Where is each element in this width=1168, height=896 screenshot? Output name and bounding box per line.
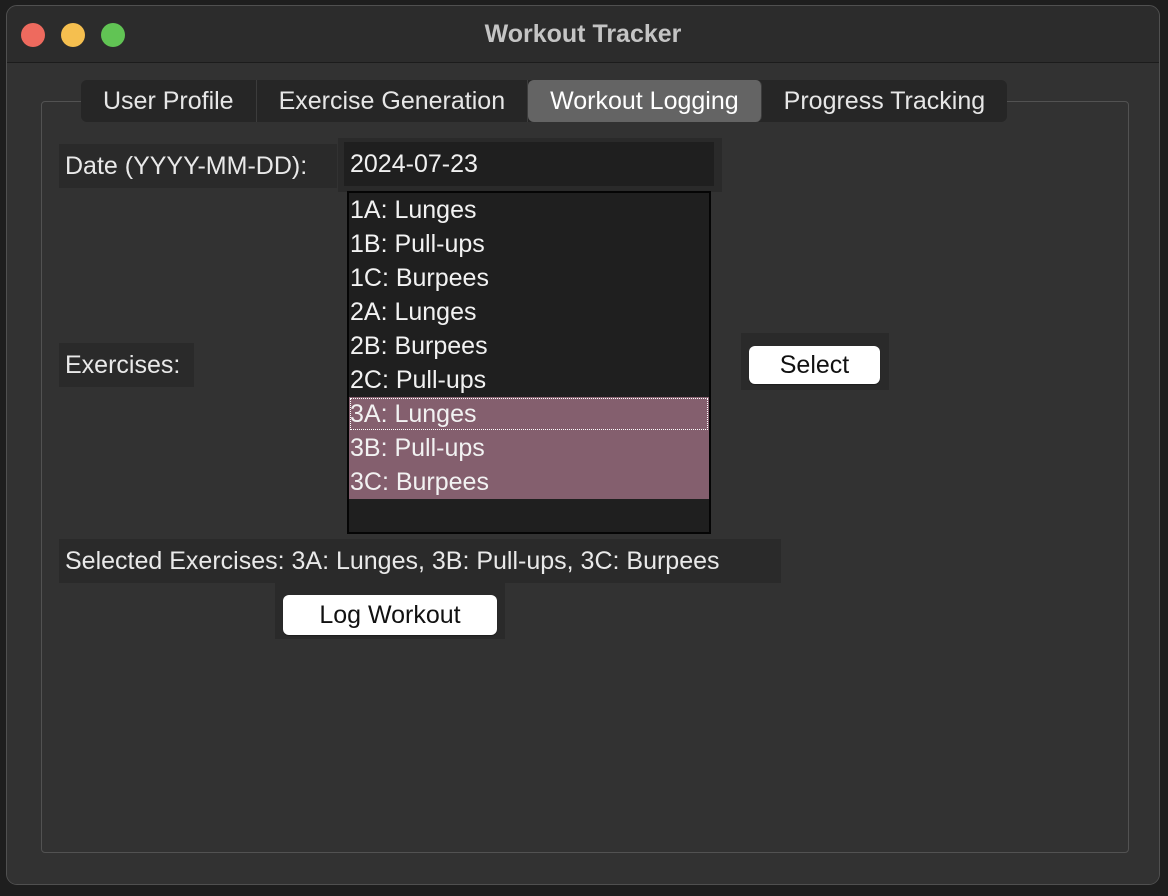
exercise-listbox[interactable]: 1A: Lunges 1B: Pull-ups 1C: Burpees 2A: … — [347, 191, 711, 534]
list-item[interactable]: 1A: Lunges — [349, 193, 709, 227]
list-item[interactable]: 3A: Lunges — [349, 397, 709, 431]
list-item[interactable]: 2A: Lunges — [349, 295, 709, 329]
window-content: User Profile Exercise Generation Workout… — [7, 63, 1159, 884]
list-item[interactable]: 2C: Pull-ups — [349, 363, 709, 397]
date-field-frame — [338, 138, 722, 192]
log-workout-button-frame: Log Workout — [275, 583, 505, 639]
date-label: Date (YYYY-MM-DD): — [59, 144, 337, 188]
list-item[interactable]: 1B: Pull-ups — [349, 227, 709, 261]
list-item[interactable]: 2B: Burpees — [349, 329, 709, 363]
tab-progress-tracking[interactable]: Progress Tracking — [762, 80, 1007, 122]
date-input[interactable] — [344, 142, 714, 186]
tab-exercise-generation[interactable]: Exercise Generation — [257, 80, 529, 122]
app-window: Workout Tracker User Profile Exercise Ge… — [6, 5, 1160, 885]
log-workout-button[interactable]: Log Workout — [283, 595, 497, 635]
list-item[interactable]: 3C: Burpees — [349, 465, 709, 499]
tab-workout-logging[interactable]: Workout Logging — [528, 80, 762, 122]
window-title: Workout Tracker — [484, 20, 682, 48]
list-item[interactable]: 1C: Burpees — [349, 261, 709, 295]
title-bar: Workout Tracker — [7, 6, 1159, 63]
select-button[interactable]: Select — [749, 346, 880, 384]
list-item[interactable]: 3B: Pull-ups — [349, 431, 709, 465]
selected-exercises-label: Selected Exercises: 3A: Lunges, 3B: Pull… — [59, 539, 781, 583]
tab-bar: User Profile Exercise Generation Workout… — [81, 80, 1008, 122]
tab-user-profile[interactable]: User Profile — [81, 80, 257, 122]
exercises-label: Exercises: — [59, 343, 194, 387]
select-button-frame: Select — [741, 333, 889, 390]
